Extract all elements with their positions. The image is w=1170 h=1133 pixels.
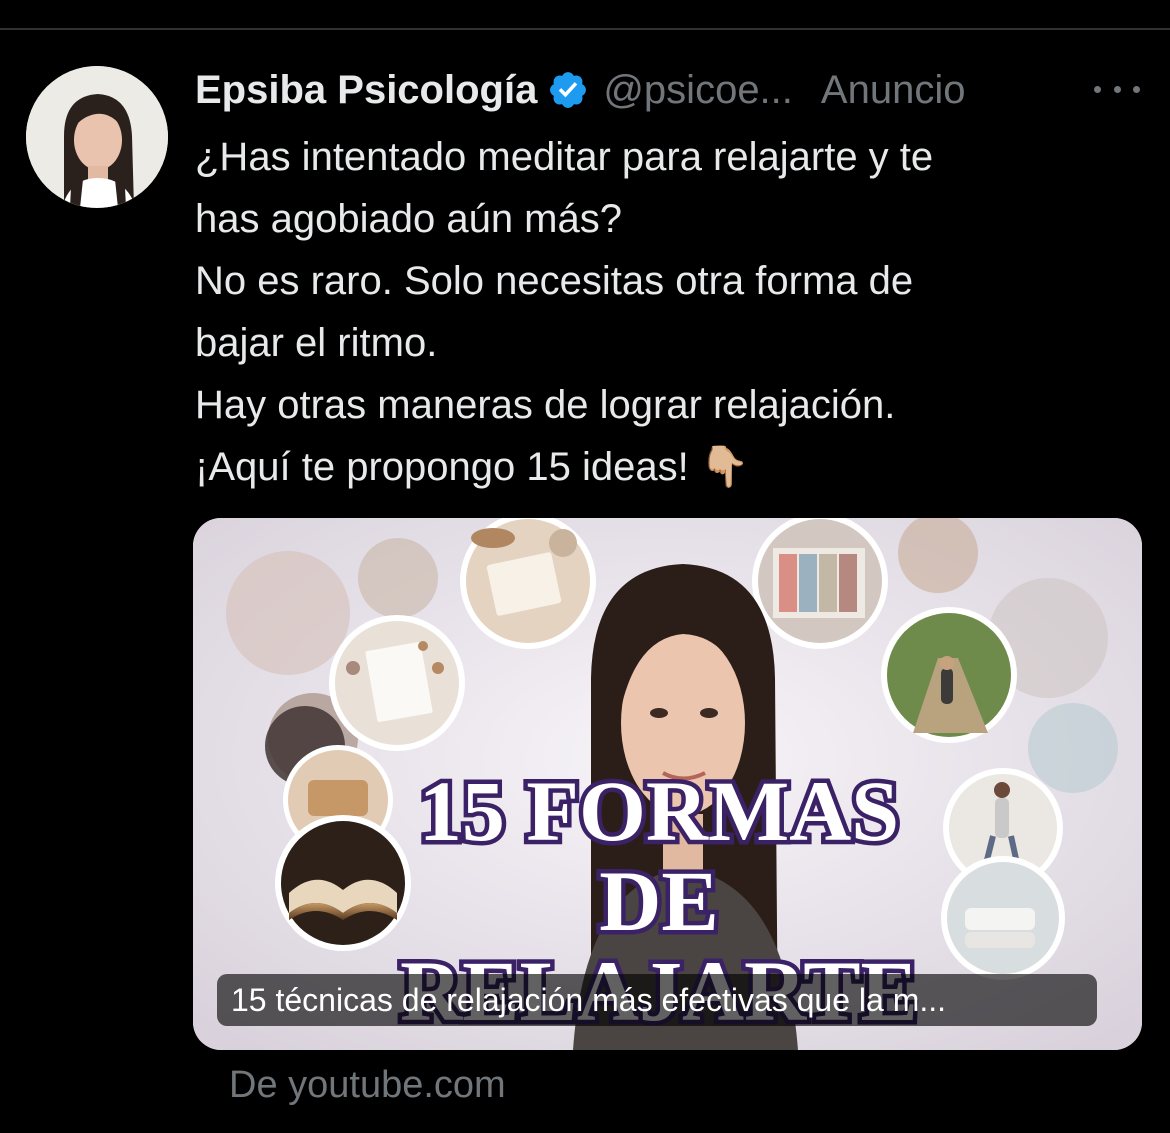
tweet-text-line: bajar el ritmo. xyxy=(195,321,438,365)
tweet-text-line: ¿Has intentado meditar para relajarte y … xyxy=(195,135,934,179)
more-dot xyxy=(1133,85,1140,93)
video-thumbnail: 15 FORMAS DE RELAJARTE xyxy=(193,518,1142,1050)
tweet-text: ¿Has intentado meditar para relajarte y … xyxy=(195,126,1135,498)
thumbnail-heading-line: 15 FORMAS xyxy=(419,763,899,859)
author-display-name[interactable]: Epsiba Psicología xyxy=(195,68,537,113)
more-dot xyxy=(1113,85,1121,93)
author-handle[interactable]: @psicoe... xyxy=(603,68,793,113)
tweet-text-line: ¡Aquí te propongo 15 ideas! 👇🏼 xyxy=(195,445,750,489)
link-preview-card[interactable]: 15 FORMAS DE RELAJARTE 15 técnicas de re… xyxy=(193,518,1142,1050)
tweet-header: Epsiba Psicología @psicoe... Anuncio xyxy=(195,62,1145,118)
tweet-text-line: Hay otras maneras de lograr relajación. xyxy=(195,383,896,427)
avatar-image xyxy=(26,66,168,208)
author-avatar[interactable] xyxy=(26,66,168,208)
thumbnail-heading-line: DE xyxy=(599,853,718,949)
more-dot xyxy=(1094,85,1101,93)
more-horizontal-icon[interactable] xyxy=(1094,76,1140,102)
tweet-text-line: has agobiado aún más? xyxy=(195,197,622,241)
tweet-text-line: No es raro. Solo necesitas otra forma de xyxy=(195,259,914,303)
top-divider xyxy=(0,28,1170,30)
card-title: 15 técnicas de relajación más efectivas … xyxy=(217,974,1097,1026)
card-source-domain[interactable]: De youtube.com xyxy=(229,1064,506,1107)
verified-badge-icon xyxy=(547,69,589,111)
promoted-label: Anuncio xyxy=(820,67,966,112)
